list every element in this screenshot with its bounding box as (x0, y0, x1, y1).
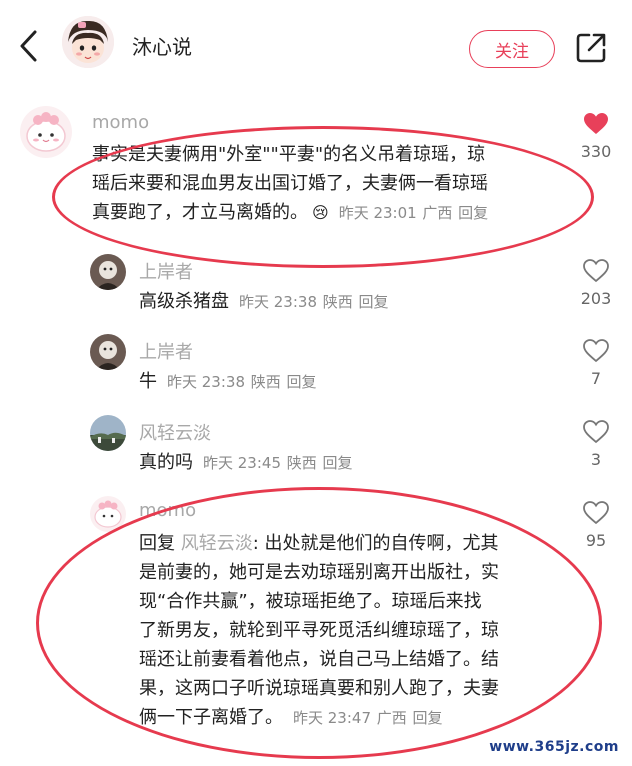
reply-text-end: 俩一下子离婚了。 (139, 707, 283, 728)
reply-text-line: 瑶还让前妻看着他点，说自己马上结婚了。结 (139, 649, 499, 670)
like-column: 95 (576, 501, 616, 550)
heart-outline-icon[interactable] (583, 339, 609, 363)
reply-username[interactable]: 上岸者 (139, 258, 193, 284)
reply-text-line: 回复 风轻云淡: 出处就是他们的自传啊，尤其 (139, 529, 499, 558)
like-column: 7 (576, 339, 616, 388)
reply-time: 昨天 23:38 (167, 373, 245, 391)
author-avatar[interactable] (62, 16, 114, 68)
reply-location: 陕西 (322, 293, 353, 311)
crying-emoji-icon: 😢 (312, 203, 329, 222)
reply-button[interactable]: 回复 (458, 204, 488, 222)
reply-text: : 出处就是他们的自传啊，尤其 (252, 533, 499, 554)
share-icon[interactable] (574, 31, 608, 65)
reply-body: 真的吗 昨天 23:45 陕西 回复 (139, 448, 353, 478)
like-column: 330 (576, 112, 616, 161)
reply-text: 高级杀猪盘 (139, 291, 229, 312)
reply-time: 昨天 23:45 (203, 454, 281, 472)
reply-username[interactable]: 上岸者 (139, 338, 193, 364)
reply-avatar[interactable] (90, 496, 126, 532)
like-count: 7 (590, 369, 602, 388)
reply-avatar[interactable] (90, 334, 126, 370)
like-column: 3 (576, 420, 616, 469)
reply-time: 昨天 23:47 (293, 709, 371, 727)
heart-filled-icon[interactable] (583, 112, 609, 136)
like-count: 203 (580, 289, 612, 308)
commenter-username[interactable]: momo (92, 112, 149, 133)
comment-text-line: 事实是夫妻俩用"外室""平妻"的名义吊着琼瑶，琼 (92, 144, 486, 165)
reply-prefix: 回复 (139, 533, 175, 554)
reply-body: 回复 风轻云淡: 出处就是他们的自传啊，尤其 是前妻的，她可是去劝琼瑶别离开出版… (139, 529, 499, 733)
comment-location: 广西 (422, 204, 453, 222)
heart-outline-icon[interactable] (583, 259, 609, 283)
reply-username[interactable]: momo (139, 500, 196, 521)
reply-button[interactable]: 回复 (322, 454, 352, 472)
author-name[interactable]: 沐心说 (132, 31, 192, 60)
reply-text-line: 俩一下子离婚了。 昨天 23:47 广西 回复 (139, 703, 499, 733)
reply-location: 陕西 (250, 373, 281, 391)
comment-time: 昨天 23:01 (338, 204, 417, 222)
reply-text-line: 现“合作共赢”，被琼瑶拒绝了。琼瑶后来找 (139, 591, 482, 612)
reply-button[interactable]: 回复 (412, 709, 442, 727)
reply-time: 昨天 23:38 (239, 293, 317, 311)
reply-text: 真的吗 (139, 452, 193, 473)
like-column: 203 (576, 259, 616, 308)
reply-avatar[interactable] (90, 415, 126, 451)
back-arrow-icon[interactable] (14, 28, 44, 64)
reply-location: 广西 (376, 709, 407, 727)
reply-target-user[interactable]: 风轻云淡 (181, 533, 253, 554)
comment-text-line: 真要跑了，才立马离婚的。 😢 昨天 23:01 广西 回复 (92, 198, 488, 228)
comment-text-end: 真要跑了，才立马离婚的。 (92, 202, 308, 223)
reply-avatar[interactable] (90, 254, 126, 290)
reply-text-line: 了新男友，就轮到平寻死觅活纠缠琼瑶了，琼 (139, 620, 499, 641)
reply-button[interactable]: 回复 (286, 373, 316, 391)
reply-body: 牛昨天 23:38 陕西 回复 (139, 367, 317, 397)
commenter-avatar[interactable] (20, 106, 72, 158)
like-count: 95 (585, 531, 607, 550)
like-count: 3 (590, 450, 602, 469)
comment-body: 事实是夫妻俩用"外室""平妻"的名义吊着琼瑶，琼 瑶后来要和混血男友出国订婚了，… (92, 140, 488, 228)
reply-body: 高级杀猪盘 昨天 23:38 陕西 回复 (139, 287, 389, 317)
heart-outline-icon[interactable] (583, 420, 609, 444)
reply-text-line: 果，这两口子听说琼瑶真要和别人跑了，夫妻 (139, 678, 499, 699)
reply-location: 陕西 (286, 454, 317, 472)
comment-text-line: 瑶后来要和混血男友出国订婚了，夫妻俩一看琼瑶 (92, 173, 488, 194)
reply-text: 牛 (139, 371, 157, 392)
reply-text-line: 是前妻的，她可是去劝琼瑶别离开出版社，实 (139, 562, 499, 583)
watermark: www.365jz.com (486, 738, 622, 756)
heart-outline-icon[interactable] (583, 501, 609, 525)
follow-button[interactable]: 关注 (469, 30, 555, 68)
reply-username[interactable]: 风轻云淡 (139, 419, 211, 445)
reply-button[interactable]: 回复 (358, 293, 388, 311)
like-count: 330 (580, 142, 612, 161)
